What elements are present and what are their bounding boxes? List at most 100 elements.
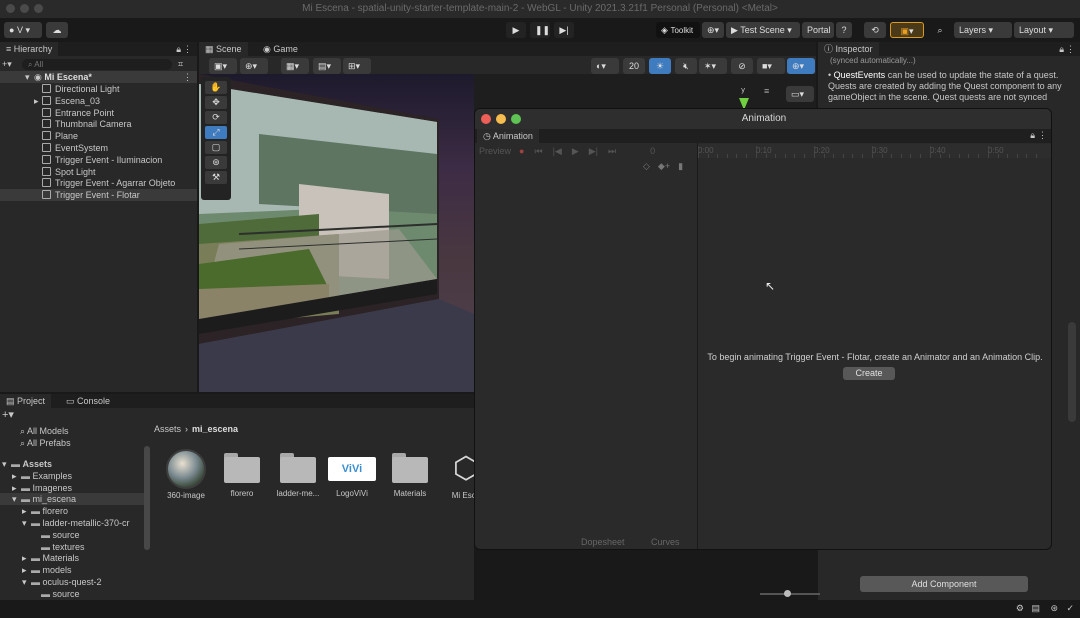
tab-console[interactable]: ▭ Console (60, 394, 116, 408)
last-key-icon[interactable]: ⏭ (608, 146, 616, 157)
close-traffic-light[interactable] (6, 4, 15, 13)
hierarchy-item[interactable]: Thumbnail Camera (0, 118, 197, 130)
first-key-icon[interactable]: ⏮ (534, 146, 542, 157)
anim-zoom-button[interactable] (511, 114, 521, 124)
hierarchy-item[interactable]: Spot Light (0, 166, 197, 178)
bug-icon[interactable]: ⊛ (1050, 603, 1058, 614)
help-icon[interactable]: ? (836, 22, 852, 38)
filter-icon[interactable]: ⌗ (178, 59, 183, 70)
project-tree-item[interactable]: ▬ textures (0, 541, 148, 553)
inspector-more-icon[interactable]: ⋮ (1066, 44, 1075, 55)
anim-close-button[interactable] (481, 114, 491, 124)
lighting-toggle[interactable]: ☀ (649, 58, 671, 74)
move-tool-icon[interactable]: ✥ (205, 96, 227, 109)
layout-dropdown[interactable]: Layout ▾ (1014, 22, 1074, 38)
tab-animation[interactable]: ◷ Animation (477, 129, 539, 143)
asset-item[interactable]: florero (220, 453, 264, 498)
project-tree-item[interactable]: ▸ ▬ models (0, 564, 148, 576)
tab-game[interactable]: ◉ Game (257, 42, 304, 56)
expand-arrow-icon[interactable]: ▾ (12, 493, 21, 505)
hierarchy-item[interactable]: ▸ Escena_03 (0, 95, 197, 107)
hierarchy-item[interactable]: Entrance Point (0, 107, 197, 119)
hand-tool-icon[interactable]: ✋ (205, 81, 227, 94)
project-tree-item[interactable]: ▾ ▬ Assets (0, 458, 148, 470)
gizmos-dropdown[interactable]: ⊕▾ (787, 58, 815, 74)
increment-snap-dropdown[interactable]: ⊞▾ (343, 58, 371, 74)
breadcrumb-leaf[interactable]: mi_escena (192, 424, 238, 434)
project-tree-item[interactable]: ▸ ▬ Examples (0, 470, 148, 482)
step-button[interactable]: ▶| (554, 22, 574, 38)
layers-status-icon[interactable]: ▤ (1031, 603, 1040, 614)
tab-project[interactable]: ▤ Project (0, 394, 52, 408)
grid-dropdown[interactable]: ▤▾ (313, 58, 341, 74)
minimize-traffic-light[interactable] (20, 4, 29, 13)
frame-field[interactable]: 0 (650, 146, 655, 156)
add-event-icon[interactable]: ▮ (678, 161, 683, 172)
expand-arrow-icon[interactable]: ▾ (22, 517, 31, 529)
effects-dropdown[interactable]: ✶▾ (699, 58, 727, 74)
project-add-button[interactable]: +▾ (2, 408, 14, 421)
scene-root-item[interactable]: ▾ ◉ Mi Escena* ⋮ (0, 71, 197, 83)
asset-item[interactable]: Materials (388, 453, 432, 498)
grid-value[interactable]: 20 (623, 58, 645, 74)
record-icon[interactable]: ● (519, 146, 524, 156)
anim-more-icon[interactable]: ⋮ (1038, 130, 1047, 141)
asset-item[interactable]: ladder-me... (276, 453, 320, 498)
play-button[interactable]: ▶ (506, 22, 526, 38)
audio-toggle[interactable]: 🔇︎ (675, 58, 697, 74)
prev-key-icon[interactable]: |◀ (553, 146, 562, 157)
zoom-traffic-light[interactable] (34, 4, 43, 13)
collab-button[interactable]: ▣▾ (890, 22, 924, 38)
debug-icon[interactable]: ⚙ (1016, 603, 1024, 614)
favorite-item[interactable]: ⌕ All Models (20, 426, 71, 438)
check-icon[interactable]: ✓ (1066, 603, 1074, 614)
project-tree-item[interactable]: ▸ ▬ Imagenes (0, 482, 148, 494)
cloud-icon[interactable]: ☁ (46, 22, 68, 38)
tab-scene[interactable]: ▦ Scene (199, 42, 248, 56)
inspector-scrollbar[interactable] (1068, 322, 1076, 422)
hierarchy-item[interactable]: Trigger Event - Agarrar Objeto (0, 177, 197, 189)
pause-button[interactable]: ❚❚ (530, 22, 550, 38)
hierarchy-item[interactable]: Trigger Event - Flotar (0, 189, 197, 202)
hierarchy-item[interactable]: EventSystem (0, 142, 197, 154)
lock-icon[interactable]: 🔒︎ (176, 44, 181, 55)
more-menu-icon[interactable]: ⋮ (183, 44, 192, 55)
custom-tool-icon[interactable]: ⚒ (205, 171, 227, 184)
breadcrumb-root[interactable]: Assets (154, 424, 181, 434)
hierarchy-item[interactable]: Directional Light (0, 83, 197, 95)
add-component-button[interactable]: Add Component (860, 576, 1028, 592)
project-tree-item[interactable]: ▾ ▬ oculus-quest-2 (0, 576, 148, 588)
favorite-item[interactable]: ⌕ All Prefabs (20, 438, 71, 450)
rect-tool-icon[interactable]: ▢ (205, 141, 227, 154)
tab-curves[interactable]: Curves (651, 537, 680, 547)
rotate-tool-icon[interactable]: ⟳ (205, 111, 227, 124)
tab-dopesheet[interactable]: Dopesheet (581, 537, 625, 547)
hierarchy-search-input[interactable]: ⌕ All (22, 58, 172, 70)
tab-hierarchy[interactable]: ≡ Hierarchy (0, 42, 59, 56)
portal-button[interactable]: Portal (802, 22, 834, 38)
anim-lock-icon[interactable]: 🔒︎ (1030, 130, 1035, 141)
persp-icon[interactable]: ≡ (764, 86, 769, 96)
filter-key-icon[interactable]: ◇ (643, 161, 650, 172)
project-tree-item[interactable]: ▸ ▬ florero (0, 505, 148, 517)
asset-item[interactable]: 360-image (164, 449, 208, 500)
add-object-button[interactable]: +▾ (2, 59, 16, 70)
project-tree-item[interactable]: ▬ source (0, 588, 148, 600)
project-tree-item[interactable]: ▾ ▬ ladder-metallic-370-cr (0, 517, 148, 529)
hierarchy-item[interactable]: Plane (0, 130, 197, 142)
project-tree-item[interactable]: ▸ ▬ Materials (0, 552, 148, 564)
camera-dropdown[interactable]: ◐▾ (591, 58, 619, 74)
grid-snap-dropdown[interactable]: ▦▾ (281, 58, 309, 74)
history-icon[interactable]: ⟲ (864, 22, 886, 38)
tab-inspector[interactable]: ⓘ Inspector (818, 42, 879, 56)
transform-tool-icon[interactable]: ⊛ (205, 156, 227, 169)
inspector-lock-icon[interactable]: 🔒︎ (1059, 44, 1064, 55)
expand-arrow-icon[interactable]: ▾ (2, 458, 11, 470)
globe-dropdown[interactable]: ⊕▾ (702, 22, 724, 38)
scene-viewport[interactable] (199, 74, 474, 392)
test-scene-button[interactable]: ▶ Test Scene ▾ (726, 22, 800, 38)
zoom-slider-handle[interactable] (784, 590, 791, 597)
play-icon[interactable]: ▶ (572, 146, 579, 157)
layers-dropdown[interactable]: Layers ▾ (954, 22, 1012, 38)
expand-arrow-icon[interactable]: ▸ (22, 552, 31, 564)
